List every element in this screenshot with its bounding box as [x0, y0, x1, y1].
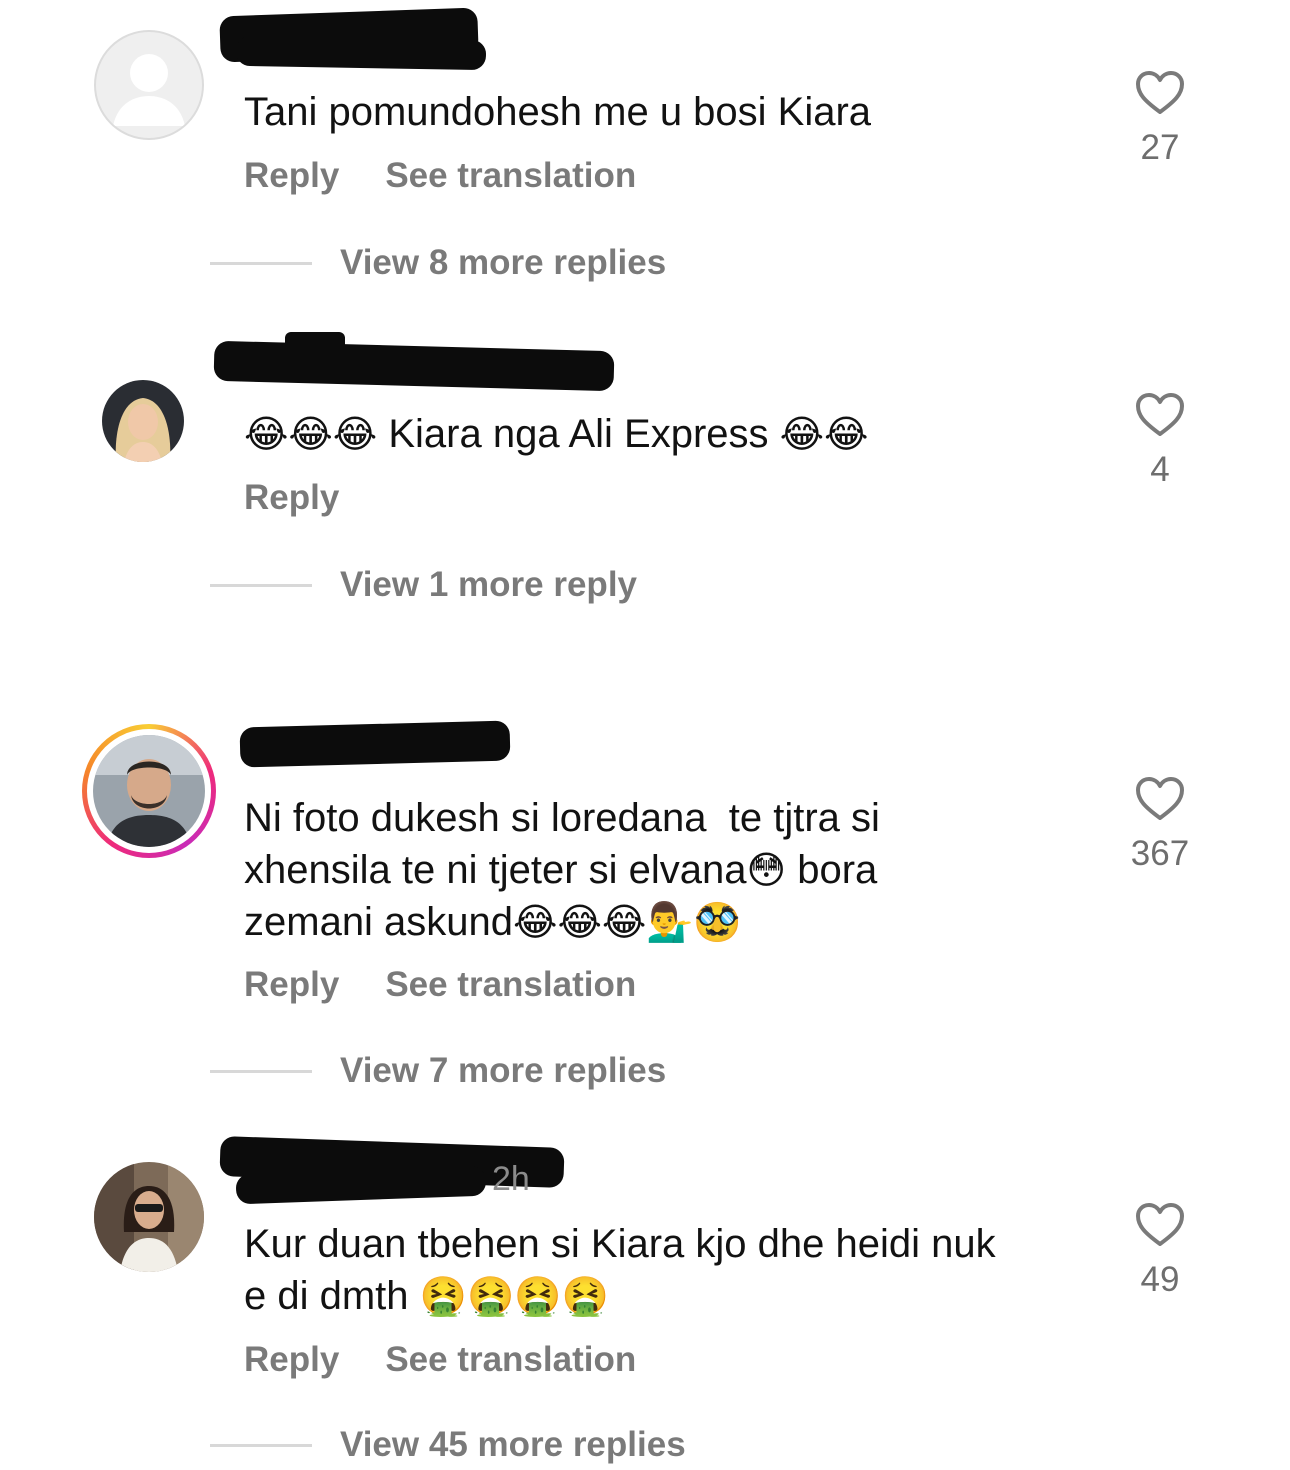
see-translation-button[interactable]: See translation [385, 156, 636, 195]
reply-button[interactable]: Reply [244, 156, 339, 195]
flushed-emoji: 😳 [746, 848, 787, 892]
laughing-emoji: 😂😂😂 [244, 412, 378, 456]
redacted-username [239, 720, 511, 768]
comment-timestamp: 2h [492, 1160, 530, 1198]
profile-photo-woman[interactable] [102, 380, 184, 462]
profile-photo-man [93, 735, 205, 847]
view-more-replies-label[interactable]: View 1 more reply [340, 565, 637, 605]
story-ring-avatar[interactable] [82, 724, 216, 858]
thread-line [210, 1443, 312, 1447]
like-count: 27 [1140, 128, 1180, 167]
heart-icon[interactable] [1135, 392, 1185, 438]
like-control: 27 [1120, 70, 1200, 168]
heart-icon[interactable] [1135, 1202, 1185, 1248]
thread-line [210, 583, 312, 587]
heart-icon[interactable] [1135, 776, 1185, 822]
reply-button[interactable]: Reply [244, 478, 339, 517]
view-more-replies[interactable]: View 45 more replies [210, 1420, 686, 1470]
comment-text: Ni foto dukesh si loredana te tjtra si x… [244, 796, 880, 944]
view-more-replies[interactable]: View 7 more replies [210, 1046, 666, 1096]
comment-actions: Reply See translation [244, 156, 682, 196]
thread-line [210, 261, 312, 265]
thread-line [210, 1069, 312, 1073]
see-translation-button[interactable]: See translation [385, 1340, 636, 1379]
comment-text: Tani pomundohesh me u bosi Kiara [244, 90, 872, 134]
view-more-replies-label[interactable]: View 8 more replies [340, 243, 666, 283]
heart-icon[interactable] [1135, 70, 1185, 116]
see-translation-button[interactable]: See translation [385, 965, 636, 1004]
like-control: 4 [1120, 392, 1200, 490]
comment-actions: Reply See translation [244, 1340, 682, 1380]
reply-button[interactable]: Reply [244, 965, 339, 1004]
like-control: 367 [1120, 776, 1200, 874]
redacted-username-scribble [285, 332, 345, 360]
redacted-username-scribble [235, 35, 487, 71]
view-more-replies[interactable]: View 1 more reply [210, 560, 637, 610]
view-more-replies[interactable]: View 8 more replies [210, 238, 666, 288]
comment-text: 😂😂😂 Kiara nga Ali Express 😂😂 [244, 412, 869, 456]
like-control: 49 [1120, 1202, 1200, 1300]
comment-actions: Reply [244, 478, 385, 518]
laughing-emoji: 😂😂 [779, 412, 869, 456]
redacted-username [213, 340, 615, 392]
comment-actions: Reply See translation [244, 965, 682, 1005]
like-count: 367 [1130, 834, 1190, 873]
reply-button[interactable]: Reply [244, 1340, 339, 1379]
like-count: 49 [1140, 1260, 1180, 1299]
like-count: 4 [1150, 450, 1170, 489]
comment-text: Kur duan tbehen si Kiara kjo dhe heidi n… [244, 1222, 996, 1318]
laughing-emoji: 😂😂😂💁‍♂️🥸 [513, 900, 741, 944]
view-more-replies-label[interactable]: View 7 more replies [340, 1051, 666, 1091]
view-more-replies-label[interactable]: View 45 more replies [340, 1425, 686, 1465]
vomiting-emoji: 🤮🤮🤮🤮 [419, 1274, 609, 1318]
default-avatar-icon[interactable] [94, 30, 204, 140]
profile-photo-woman-2[interactable] [94, 1162, 204, 1272]
